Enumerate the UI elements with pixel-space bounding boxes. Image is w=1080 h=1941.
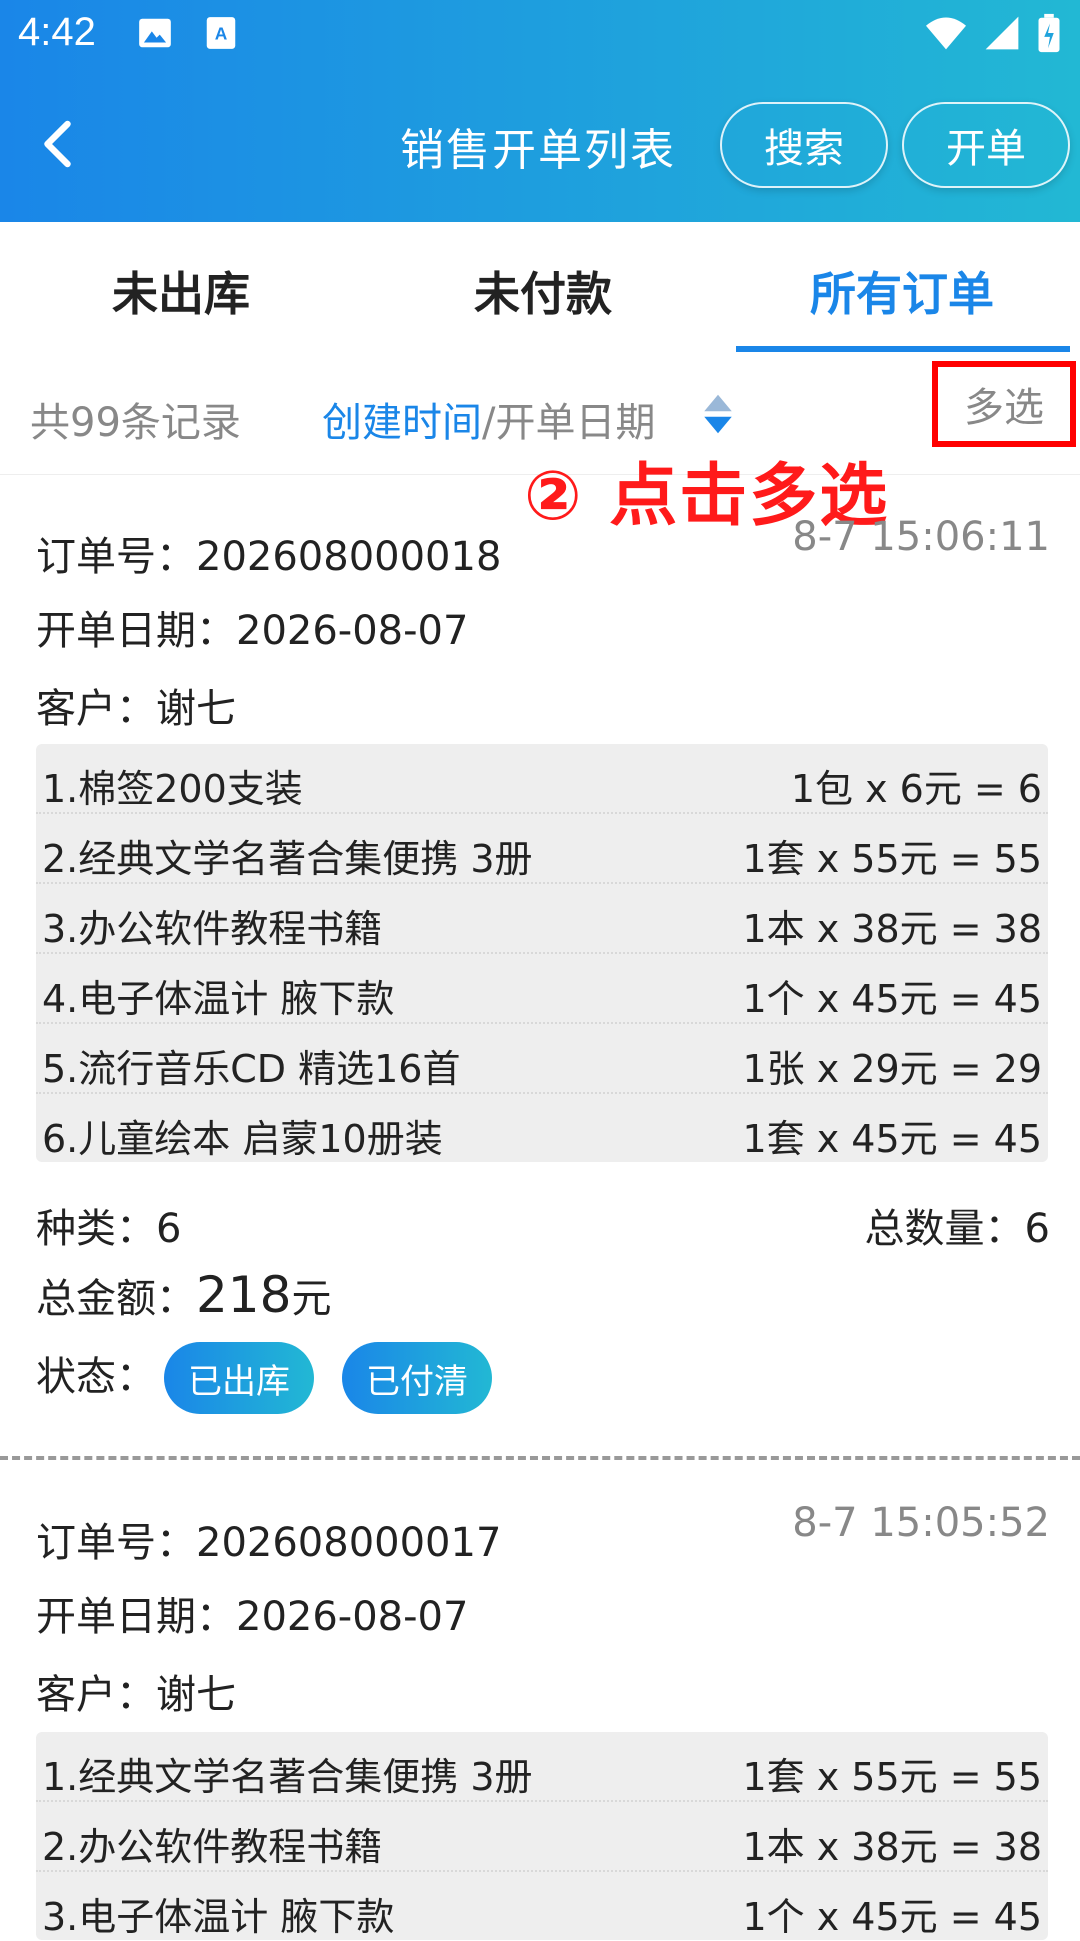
order-number: 订单号：202608000017 bbox=[36, 1520, 502, 1566]
wifi-icon bbox=[926, 17, 966, 50]
search-button[interactable]: 搜索 bbox=[720, 102, 888, 188]
order-item-row: 5.流行音乐CD 精选16首 1张 x 29元 = 29 bbox=[36, 1024, 1048, 1094]
amount-value: 218 bbox=[196, 1266, 292, 1324]
order-divider bbox=[0, 1456, 1080, 1460]
item-price: 1套 x 55元 = 55 bbox=[742, 1755, 1042, 1799]
item-name: 6.儿童绘本 启蒙10册装 bbox=[42, 1117, 443, 1161]
order-item-row: 2.办公软件教程书籍 1本 x 38元 = 38 bbox=[36, 1802, 1048, 1872]
order-item-row: 1.经典文学名著合集便携 3册 1套 x 55元 = 55 bbox=[36, 1732, 1048, 1802]
amount-label: 总金额： bbox=[36, 1276, 196, 1322]
status-bar: 4:42 A bbox=[0, 0, 1080, 72]
item-price: 1套 x 55元 = 55 bbox=[742, 837, 1042, 881]
image-icon bbox=[139, 18, 171, 48]
order-item-row: 3.电子体温计 腋下款 1个 x 45元 = 45 bbox=[36, 1872, 1048, 1940]
order-time: 8-7 15:05:52 bbox=[792, 1500, 1050, 1546]
new-order-button[interactable]: 开单 bbox=[902, 102, 1070, 188]
signal-icon bbox=[985, 16, 1019, 50]
item-name: 3.办公软件教程书籍 bbox=[42, 907, 383, 951]
order-item-row: 3.办公软件教程书籍 1本 x 38元 = 38 bbox=[36, 884, 1048, 954]
order-customer: 客户：谢七 bbox=[36, 1672, 236, 1718]
tab-bar: 未出库 未付款 所有订单 bbox=[0, 222, 1080, 354]
item-name: 1.经典文学名著合集便携 3册 bbox=[42, 1755, 533, 1799]
nav-bar: 销售开单列表 搜索 开单 bbox=[0, 100, 1080, 190]
item-price: 1本 x 38元 = 38 bbox=[742, 1825, 1042, 1869]
order-customer: 客户：谢七 bbox=[36, 686, 236, 732]
app-header: 4:42 A 销售开单列表 搜索 开单 bbox=[0, 0, 1080, 222]
multi-select-button[interactable]: 多选 bbox=[932, 361, 1076, 447]
order-date: 开单日期：2026-08-07 bbox=[36, 1594, 469, 1640]
sort-separator: / bbox=[482, 400, 496, 446]
item-price: 1个 x 45元 = 45 bbox=[742, 1895, 1042, 1939]
order-card[interactable]: 订单号：202608000017 8-7 15:05:52 开单日期：2026-… bbox=[0, 1462, 1080, 1940]
order-number: 订单号：202608000018 bbox=[36, 534, 502, 580]
order-amount: 总金额：218元 bbox=[36, 1266, 331, 1324]
sort-created-time[interactable]: 创建时间 bbox=[322, 400, 482, 446]
order-item-row: 1.棉签200支装 1包 x 6元 = 6 bbox=[36, 744, 1048, 814]
page-title: 销售开单列表 bbox=[400, 125, 676, 176]
order-kinds: 种类：6 bbox=[36, 1206, 182, 1252]
tab-unpaid[interactable]: 未付款 bbox=[474, 258, 612, 324]
order-items: 1.经典文学名著合集便携 3册 1套 x 55元 = 55 2.办公软件教程书籍 1… bbox=[36, 1732, 1048, 1940]
order-item-row: 2.经典文学名著合集便携 3册 1套 x 55元 = 55 bbox=[36, 814, 1048, 884]
amount-unit: 元 bbox=[291, 1276, 332, 1322]
record-count: 共99条记录 bbox=[30, 400, 241, 446]
order-card[interactable]: 订单号：202608000018 8-7 15:06:11 开单日期：2026-… bbox=[0, 474, 1080, 1464]
item-price: 1本 x 38元 = 38 bbox=[742, 907, 1042, 951]
status-label: 状态： bbox=[36, 1354, 156, 1400]
order-items: 1.棉签200支装 1包 x 6元 = 6 2.经典文学名著合集便携 3册 1套 x… bbox=[36, 744, 1048, 1162]
item-name: 1.棉签200支装 bbox=[42, 767, 303, 811]
svg-text:A: A bbox=[215, 23, 228, 43]
tab-not-shipped[interactable]: 未出库 bbox=[112, 258, 250, 324]
item-name: 2.经典文学名著合集便携 3册 bbox=[42, 837, 533, 881]
sort-toggle-icon[interactable] bbox=[700, 392, 736, 436]
battery-icon bbox=[1038, 13, 1060, 53]
item-price: 1套 x 45元 = 45 bbox=[742, 1117, 1042, 1161]
order-item-row: 4.电子体温计 腋下款 1个 x 45元 = 45 bbox=[36, 954, 1048, 1024]
item-price: 1个 x 45元 = 45 bbox=[742, 977, 1042, 1021]
status-badge-paid: 已付清 bbox=[342, 1342, 492, 1414]
tab-active-indicator bbox=[736, 346, 1070, 352]
status-badge-shipped: 已出库 bbox=[164, 1342, 314, 1414]
item-name: 4.电子体温计 腋下款 bbox=[42, 977, 395, 1021]
order-total-qty: 总数量：6 bbox=[864, 1206, 1050, 1252]
item-name: 5.流行音乐CD 精选16首 bbox=[42, 1047, 461, 1091]
order-date: 开单日期：2026-08-07 bbox=[36, 608, 469, 654]
item-price: 1包 x 6元 = 6 bbox=[790, 767, 1042, 811]
order-item-row: 6.儿童绘本 启蒙10册装 1套 x 45元 = 45 bbox=[36, 1094, 1048, 1162]
item-name: 3.电子体温计 腋下款 bbox=[42, 1895, 395, 1939]
order-time: 8-7 15:06:11 bbox=[792, 514, 1050, 560]
item-name: 2.办公软件教程书籍 bbox=[42, 1825, 383, 1869]
tab-all-orders[interactable]: 所有订单 bbox=[810, 258, 994, 324]
status-time: 4:42 bbox=[18, 10, 96, 54]
status-indicators bbox=[924, 12, 1062, 54]
back-arrow-icon[interactable] bbox=[30, 114, 90, 174]
item-price: 1张 x 29元 = 29 bbox=[742, 1047, 1042, 1091]
a11y-icon: A bbox=[206, 17, 236, 49]
